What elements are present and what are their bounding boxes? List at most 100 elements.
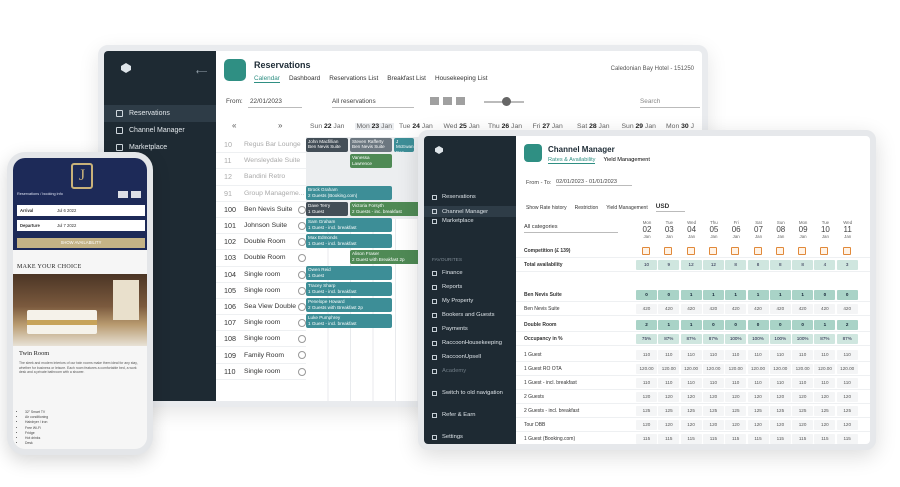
reservation-type-select[interactable]: All reservations bbox=[332, 95, 414, 108]
rate-cell[interactable]: 120 bbox=[636, 392, 657, 402]
room-row[interactable]: 103 Double Room bbox=[216, 250, 306, 267]
rate-cell[interactable]: 1 bbox=[702, 290, 724, 300]
rate-cell[interactable]: 120 bbox=[658, 420, 680, 430]
rate-cell[interactable]: 0 bbox=[814, 290, 836, 300]
rate-cell[interactable]: 0 bbox=[725, 320, 747, 330]
zoom-slider-handle[interactable] bbox=[502, 97, 511, 106]
sidebar-item-raccoonupsell[interactable]: RaccoonUpsell bbox=[432, 354, 481, 360]
rate-cell[interactable]: 120.00 bbox=[769, 364, 791, 374]
list-view-icon[interactable] bbox=[456, 97, 465, 105]
currency-select[interactable]: USD bbox=[655, 203, 686, 212]
rate-cell[interactable]: 0 bbox=[769, 320, 791, 330]
rate-cell[interactable]: 120 bbox=[725, 392, 747, 402]
tab-calendar[interactable]: Calendar bbox=[254, 75, 280, 83]
rate-cell[interactable]: 0 bbox=[658, 290, 680, 300]
rate-cell[interactable]: 110 bbox=[747, 378, 769, 388]
rate-cell[interactable]: 87% bbox=[680, 334, 702, 344]
rate-cell[interactable]: 420 bbox=[814, 304, 836, 314]
rate-cell[interactable]: 125 bbox=[792, 406, 814, 416]
rate-cell[interactable]: 110 bbox=[636, 350, 657, 360]
tab-reservations-list[interactable]: Reservations List bbox=[329, 75, 378, 83]
grid-view-icon[interactable] bbox=[430, 97, 439, 105]
show-availability-button[interactable]: SHOW AVAILABILITY bbox=[17, 238, 145, 248]
tab-yield-management[interactable]: Yield Management bbox=[603, 157, 649, 164]
rate-cell[interactable]: 125 bbox=[814, 406, 836, 416]
info-icon[interactable] bbox=[298, 286, 306, 295]
rate-cell[interactable]: 120.00 bbox=[725, 364, 747, 374]
room-row[interactable]: 12 Bandini Retro bbox=[216, 169, 306, 186]
booking-bar[interactable]: Steven Rafferty Ben Nevis Suite bbox=[350, 137, 392, 152]
info-icon[interactable] bbox=[298, 270, 306, 279]
rate-cell[interactable]: 120 bbox=[769, 420, 791, 430]
rate-cell[interactable]: 120.00 bbox=[836, 364, 858, 374]
rate-cell[interactable]: 420 bbox=[769, 304, 791, 314]
rate-cell[interactable]: 420 bbox=[680, 304, 702, 314]
booking-bar[interactable]: Luke Pumphrey 1 Guest - incl. breakfast bbox=[306, 314, 392, 328]
rate-cell[interactable]: 125 bbox=[680, 406, 702, 416]
rate-cell[interactable]: 125 bbox=[702, 406, 724, 416]
booking-bar[interactable]: Tracey Sharp 1 Guest - incl. breakfast bbox=[306, 282, 392, 296]
rate-cell[interactable]: 420 bbox=[836, 304, 858, 314]
rate-cell[interactable]: 87% bbox=[702, 334, 724, 344]
day-header[interactable]: Mon 30 J bbox=[666, 123, 694, 130]
rate-cell[interactable]: 0 bbox=[747, 320, 769, 330]
rate-cell[interactable]: 1 bbox=[747, 290, 769, 300]
rate-cell[interactable]: 115 bbox=[658, 434, 680, 444]
rate-cell[interactable]: 120.00 bbox=[814, 364, 836, 374]
rate-cell[interactable]: 8 bbox=[792, 260, 814, 270]
rate-cell[interactable]: 110 bbox=[636, 378, 657, 388]
rate-cell[interactable]: 120.00 bbox=[680, 364, 702, 374]
option-toggle[interactable]: Show Rate history bbox=[526, 205, 567, 211]
rate-cell[interactable]: 420 bbox=[702, 304, 724, 314]
rate-cell[interactable]: 120.00 bbox=[636, 364, 657, 374]
day-header[interactable]: Wed 25 Jan bbox=[444, 123, 480, 130]
category-select[interactable]: All categories bbox=[524, 224, 618, 233]
rate-cell[interactable] bbox=[642, 247, 650, 255]
tab-rates-availability[interactable]: Rates & Availability bbox=[548, 157, 596, 164]
info-icon[interactable] bbox=[298, 335, 306, 344]
rate-cell[interactable]: 1 bbox=[725, 290, 747, 300]
sidebar-item-raccoonhousekeeping[interactable]: RaccoonHousekeeping bbox=[432, 340, 502, 346]
currency-icon[interactable] bbox=[131, 191, 141, 198]
rate-cell[interactable] bbox=[664, 247, 673, 255]
rate-cell[interactable]: 0 bbox=[836, 290, 858, 300]
rate-cell[interactable]: 115 bbox=[680, 434, 702, 444]
rate-cell[interactable] bbox=[753, 247, 762, 255]
rate-cell[interactable]: 110 bbox=[747, 350, 769, 360]
rate-cell[interactable]: 3 bbox=[836, 260, 858, 270]
rate-cell[interactable]: 120 bbox=[792, 392, 814, 402]
rate-cell[interactable]: 110 bbox=[814, 350, 836, 360]
rate-cell[interactable] bbox=[708, 247, 717, 255]
room-row[interactable]: 102 Double Room bbox=[216, 234, 306, 251]
rate-cell[interactable]: 0 bbox=[702, 320, 724, 330]
rate-cell[interactable]: 8 bbox=[769, 260, 791, 270]
sidebar-bottom-item[interactable]: Settings bbox=[432, 434, 463, 440]
arrival-field[interactable]: Arrival Jul 6 2022 bbox=[17, 205, 145, 216]
room-row[interactable]: 91 Group Manageme... bbox=[216, 186, 306, 202]
rate-cell[interactable] bbox=[686, 247, 695, 255]
rate-cell[interactable]: 2 bbox=[636, 320, 657, 330]
rate-cell[interactable]: 120 bbox=[725, 420, 747, 430]
rate-cell[interactable] bbox=[820, 247, 829, 255]
sidebar-bottom-item[interactable]: Refer & Earn bbox=[432, 412, 476, 418]
rate-cell[interactable]: 100% bbox=[792, 334, 814, 344]
rate-cell[interactable]: 110 bbox=[702, 378, 724, 388]
language-icon[interactable] bbox=[118, 191, 128, 198]
rate-cell[interactable] bbox=[775, 247, 784, 255]
day-header[interactable]: Fri 27 Jan bbox=[533, 123, 563, 130]
room-row[interactable]: 104 Single room bbox=[216, 267, 306, 283]
room-row[interactable]: 100 Ben Nevis Suite bbox=[216, 202, 306, 218]
room-row[interactable]: 106 Sea View Double bbox=[216, 299, 306, 316]
from-date-input[interactable]: 22/01/2023 bbox=[248, 95, 302, 108]
rate-cell[interactable]: 125 bbox=[725, 406, 747, 416]
rate-cell[interactable] bbox=[798, 247, 807, 255]
rate-cell[interactable]: 125 bbox=[769, 406, 791, 416]
rate-cell[interactable]: 115 bbox=[702, 434, 724, 444]
sidebar-item-payments[interactable]: Payments bbox=[432, 326, 468, 332]
rate-cell[interactable]: 110 bbox=[769, 350, 791, 360]
rate-cell[interactable]: 0 bbox=[792, 320, 814, 330]
rate-cell[interactable]: 120 bbox=[769, 392, 791, 402]
room-row[interactable]: 108 Single room bbox=[216, 331, 306, 348]
sidebar-item-academy[interactable]: Academy bbox=[432, 368, 466, 374]
room-row[interactable]: 11 Wensleydale Suite bbox=[216, 153, 306, 170]
